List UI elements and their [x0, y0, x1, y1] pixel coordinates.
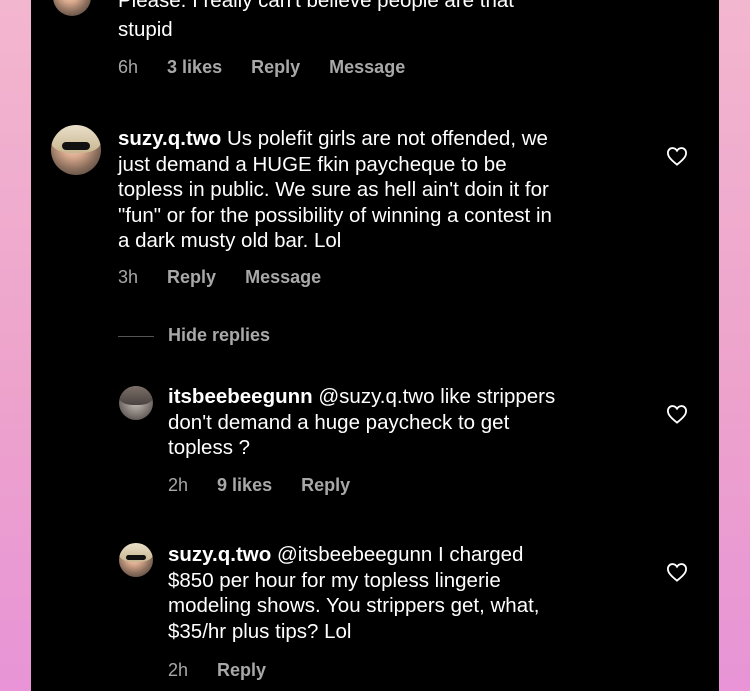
- likes-count[interactable]: 3 likes: [167, 57, 222, 78]
- like-button[interactable]: [666, 562, 688, 582]
- reply-time: 2h: [168, 660, 189, 680]
- comment-text: stupid: [118, 18, 173, 41]
- reply-button[interactable]: Reply: [301, 475, 350, 496]
- heart-outline-icon: [666, 405, 688, 424]
- reply-text: suzy.q.two @itsbeebeegunn I charged $850…: [168, 542, 648, 644]
- comment-time: 6h: [118, 57, 139, 77]
- reply-button[interactable]: Reply: [217, 660, 266, 681]
- message-button[interactable]: Message: [245, 267, 321, 288]
- heart-outline-icon: [666, 147, 688, 166]
- avatar[interactable]: [53, 0, 91, 16]
- comment-text-cut: Please. I really can't believe people ar…: [118, 0, 514, 12]
- avatar[interactable]: [51, 125, 101, 175]
- reply-time: 2h: [168, 475, 189, 495]
- reply-button[interactable]: Reply: [167, 267, 216, 288]
- message-button[interactable]: Message: [329, 57, 405, 78]
- comment-meta: 6h 3 likes Reply Message: [118, 57, 429, 78]
- comment-username[interactable]: suzy.q.two: [118, 127, 221, 150]
- avatar[interactable]: [119, 543, 153, 577]
- hide-replies-button[interactable]: Hide replies: [168, 325, 270, 346]
- reply-username[interactable]: suzy.q.two: [168, 543, 271, 566]
- like-button[interactable]: [666, 404, 688, 424]
- comment-time: 3h: [118, 267, 139, 287]
- avatar[interactable]: [119, 386, 153, 420]
- comment-meta: 3h Reply Message: [118, 267, 345, 288]
- hide-replies-divider: [118, 336, 154, 337]
- reply-button[interactable]: Reply: [251, 57, 300, 78]
- reply-meta: 2h 9 likes Reply: [168, 475, 374, 496]
- comment-text: suzy.q.two Us polefit girls are not offe…: [118, 126, 678, 254]
- comments-panel: Please. I really can't believe people ar…: [31, 0, 719, 691]
- like-button[interactable]: [666, 146, 688, 166]
- reply-username[interactable]: itsbeebeegunn: [168, 385, 313, 408]
- likes-count[interactable]: 9 likes: [217, 475, 272, 496]
- reply-meta: 2h Reply: [168, 660, 290, 681]
- reply-text: itsbeebeegunn @suzy.q.two like strippers…: [168, 384, 648, 461]
- heart-outline-icon: [666, 563, 688, 582]
